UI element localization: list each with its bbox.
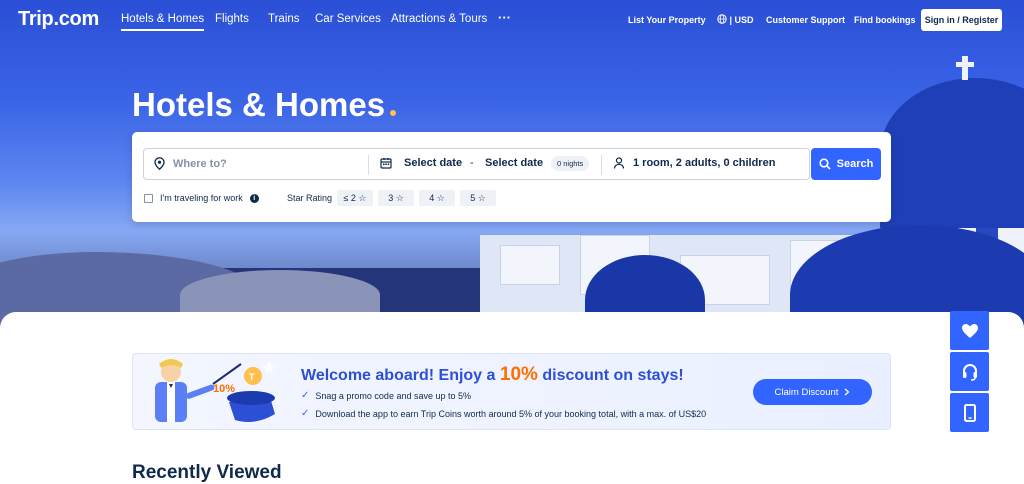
star-chip-2[interactable]: ≤ 2 ☆ xyxy=(337,190,373,206)
claim-discount-button[interactable]: Claim Discount xyxy=(753,379,872,405)
nav-hotels[interactable]: Hotels & Homes xyxy=(121,13,205,31)
currency-label: | USD xyxy=(729,15,754,25)
divider xyxy=(368,155,369,175)
art-percent: 10% xyxy=(213,383,235,395)
dome xyxy=(880,78,1024,228)
promo-banner: T 10% Welcome aboard! Enjoy a 10% discou… xyxy=(132,353,891,430)
find-bookings-link[interactable]: Find bookings xyxy=(854,15,916,25)
promo-benefit-text: Download the app to earn Trip Coins wort… xyxy=(315,408,707,419)
page-title-text: Hotels & Homes xyxy=(132,86,386,123)
star-chip-5[interactable]: 5 ☆ xyxy=(460,190,496,206)
destination-field[interactable]: Where to? xyxy=(154,157,227,170)
star-rating-label: Star Rating xyxy=(287,193,333,203)
globe-icon xyxy=(717,14,727,24)
check-icon: ✓ xyxy=(301,408,310,419)
checkout-field[interactable]: Select date xyxy=(485,157,543,169)
sign-in-button[interactable]: Sign in / Register xyxy=(921,9,1002,31)
work-travel-option[interactable]: I'm traveling for work i xyxy=(144,193,259,203)
promo-benefit: ✓ Snag a promo code and save up to 5% xyxy=(301,390,471,401)
title-dot xyxy=(390,110,397,116)
guests-field[interactable]: 1 room, 2 adults, 0 children xyxy=(613,157,775,169)
page-title: Hotels & Homes xyxy=(132,86,397,124)
work-label: I'm traveling for work xyxy=(160,193,243,203)
promo-title: Welcome aboard! Enjoy a 10% discount on … xyxy=(301,364,684,386)
promo-benefit: ✓ Download the app to earn Trip Coins wo… xyxy=(301,408,706,419)
checkin-field[interactable]: Select date xyxy=(380,157,462,169)
search-icon xyxy=(819,158,831,170)
headset-icon xyxy=(962,363,977,381)
nights-badge: 0 nights xyxy=(551,156,590,171)
location-pin-icon xyxy=(154,157,165,170)
list-property-link[interactable]: List Your Property xyxy=(628,15,706,25)
nav-car-services[interactable]: Car Services xyxy=(315,13,381,25)
heart-icon xyxy=(961,323,978,338)
customer-support-link[interactable]: Customer Support xyxy=(766,15,845,25)
promo-benefit-text: Snag a promo code and save up to 5% xyxy=(315,390,471,401)
cross xyxy=(956,56,974,80)
favorites-button[interactable] xyxy=(950,311,989,350)
language-currency[interactable]: | USD xyxy=(717,14,754,25)
top-nav: Trip.com Hotels & Homes Flights Trains C… xyxy=(0,0,1024,40)
search-card: Where to? Select date - Select date 0 ni… xyxy=(132,132,891,222)
checkin-label: Select date xyxy=(404,157,463,169)
date-separator: - xyxy=(470,157,474,169)
nav-trains[interactable]: Trains xyxy=(268,13,300,25)
nav-flights[interactable]: Flights xyxy=(215,13,249,25)
search-bar: Where to? Select date - Select date 0 ni… xyxy=(143,148,810,180)
promo-title-percent: 10% xyxy=(499,364,538,385)
phone-icon xyxy=(963,403,976,422)
search-button[interactable]: Search xyxy=(811,148,881,180)
chevron-right-icon xyxy=(845,388,850,396)
check-icon: ✓ xyxy=(301,390,310,401)
app-download-button[interactable] xyxy=(950,393,989,432)
star-chip-4[interactable]: 4 ☆ xyxy=(419,190,455,206)
divider xyxy=(601,155,602,175)
calendar-icon xyxy=(380,158,392,169)
magician-illustration: T 10% xyxy=(155,359,276,422)
support-button[interactable] xyxy=(950,352,989,391)
info-icon[interactable]: i xyxy=(249,193,259,203)
work-checkbox[interactable] xyxy=(144,193,153,203)
star-chip-3[interactable]: 3 ☆ xyxy=(378,190,414,206)
claim-label: Claim Discount xyxy=(774,386,839,398)
svg-text:T: T xyxy=(249,372,255,382)
promo-title-pre: Welcome aboard! Enjoy a xyxy=(301,367,500,384)
more-icon[interactable]: ··· xyxy=(498,10,511,25)
guests-label: 1 room, 2 adults, 0 children xyxy=(633,157,776,169)
trip-logo[interactable]: Trip.com xyxy=(18,8,99,31)
promo-title-post: discount on stays! xyxy=(537,367,684,384)
recently-viewed-heading: Recently Viewed xyxy=(132,462,282,483)
person-icon xyxy=(613,157,625,169)
nav-attractions[interactable]: Attractions & Tours xyxy=(391,13,487,25)
search-button-label: Search xyxy=(836,158,874,170)
destination-placeholder: Where to? xyxy=(173,157,227,170)
